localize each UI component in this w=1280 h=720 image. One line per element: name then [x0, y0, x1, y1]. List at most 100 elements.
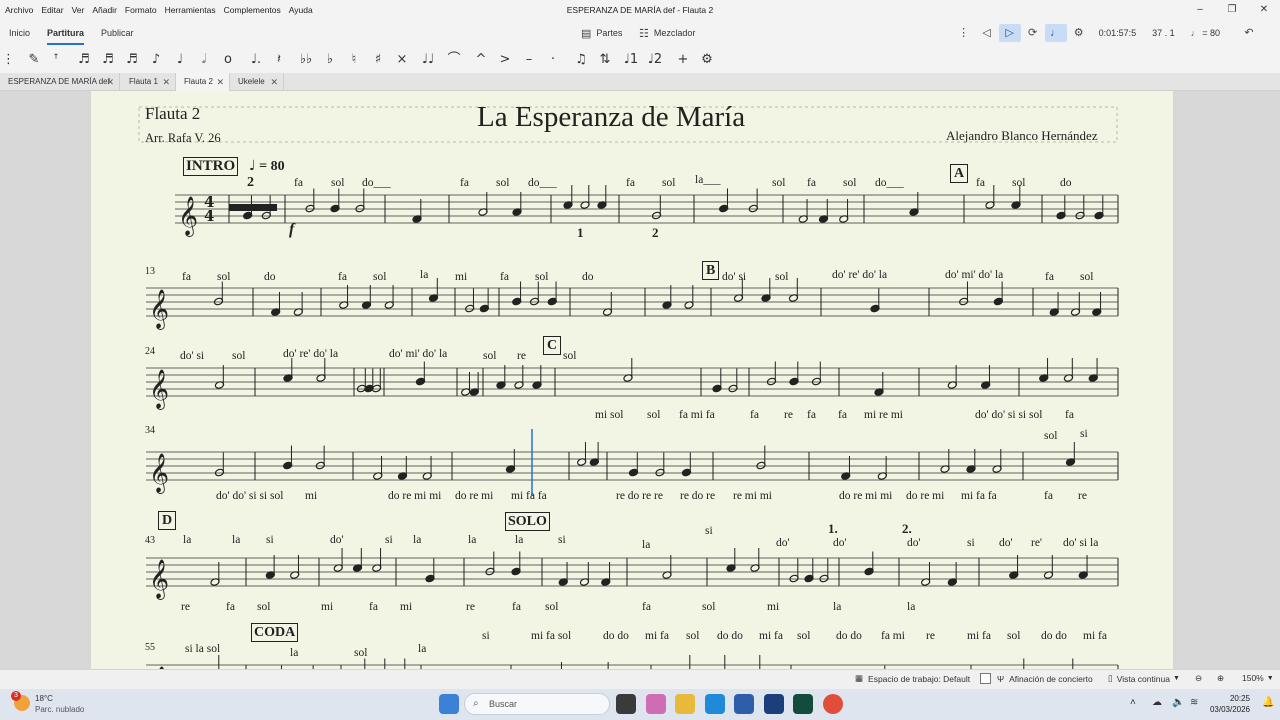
notification-badge: 3 — [11, 691, 21, 701]
double-sharp-icon[interactable]: × — [392, 50, 412, 70]
whole-note-icon[interactable]: o — [218, 50, 238, 70]
tenuto-icon[interactable]: – — [519, 50, 539, 70]
solfege-label: fa — [750, 409, 759, 421]
chrome-icon[interactable] — [823, 694, 843, 714]
solfege-label: mi — [767, 601, 780, 613]
rehearsal-c[interactable]: C — [543, 336, 562, 355]
slur-icon[interactable]: ⌒ — [444, 50, 464, 70]
clock[interactable]: 20:25 03/03/2026 — [1210, 693, 1250, 715]
doc-tab-full-score[interactable]: ESPERANZA DE MARÍA def ✕ — [0, 73, 120, 91]
taskbar-search[interactable]: ⌕ Buscar — [464, 693, 610, 715]
loop-icon[interactable]: ⟳ — [1022, 24, 1044, 42]
customize-toolbar-icon[interactable]: ⚙ — [697, 50, 717, 70]
part-name[interactable]: Flauta 2 — [145, 104, 200, 124]
rewind-icon[interactable]: ◁ — [976, 24, 998, 42]
tab-partitura[interactable]: Partitura — [47, 20, 85, 46]
wifi-icon[interactable]: ≋ — [1190, 697, 1198, 708]
cloud-icon[interactable]: ☁ — [1152, 697, 1162, 708]
zoom-dropdown[interactable]: 150% ▼ — [1242, 673, 1274, 683]
metronome-icon[interactable]: ♩ — [1044, 24, 1067, 42]
task-view-icon[interactable] — [616, 694, 636, 714]
solfege-label: sol — [496, 177, 510, 189]
undo-icon[interactable]: ↶ — [1238, 24, 1260, 42]
edge-icon[interactable] — [705, 694, 725, 714]
tray-chevron-icon[interactable]: ˄ — [1130, 697, 1136, 708]
zoom-in-button[interactable]: ⊕ — [1217, 673, 1224, 684]
mixer-button[interactable]: ☷ Mezclador — [639, 20, 695, 46]
tie-icon[interactable]: ♩♩ — [418, 50, 438, 70]
rehearsal-intro[interactable]: INTRO — [183, 157, 239, 176]
doc-tab-ukelele[interactable]: Ukelele ✕ — [230, 73, 284, 91]
voice-2-icon[interactable]: ♩2 — [645, 50, 665, 70]
arranger[interactable]: Arr. Rafa V. 26 — [145, 131, 221, 146]
rest-icon[interactable]: 𝄽 — [269, 50, 289, 70]
double-flat-icon[interactable]: ♭♭ — [296, 50, 316, 70]
sixty-fourth-note-icon[interactable]: ♬ — [74, 50, 94, 70]
staccato-icon[interactable]: · — [543, 50, 563, 70]
restore-icon[interactable]: ❐ — [1216, 0, 1248, 20]
notifications-icon[interactable]: 🔔 — [1262, 697, 1274, 708]
file-explorer-icon[interactable] — [675, 694, 695, 714]
minimize-icon[interactable]: – — [1184, 0, 1216, 20]
terminal-icon[interactable] — [793, 694, 813, 714]
speaker-icon[interactable]: 🔈 — [1172, 697, 1184, 708]
note-input-pen-icon[interactable]: ✎ — [24, 50, 44, 70]
concert-pitch-toggle[interactable]: Ψ Afinación de concierto — [980, 673, 1093, 684]
drag-handle-icon[interactable]: ⋮ — [953, 24, 975, 42]
rehearsal-coda[interactable]: CODA — [251, 623, 299, 642]
quarter-note-icon[interactable]: ♩ — [170, 50, 190, 70]
store-icon[interactable] — [734, 694, 754, 714]
musescore-icon[interactable] — [764, 694, 784, 714]
dynamic-forte[interactable]: f — [289, 221, 294, 239]
score-title[interactable]: La Esperanza de María — [477, 101, 745, 134]
accent-icon[interactable]: > — [495, 50, 515, 70]
play-icon[interactable]: ▷ — [998, 24, 1021, 42]
tempo-quarter-note-icon: ♩ — [249, 158, 256, 174]
workspace-selector[interactable]: ▦ Espacio de trabajo: Default — [855, 673, 970, 684]
eighth-note-icon[interactable]: ♪ — [146, 50, 166, 70]
parts-button[interactable]: ▤ Partes — [581, 20, 622, 46]
solfege-label: fa — [1065, 409, 1074, 421]
document-tabs: ESPERANZA DE MARÍA def ✕ Flauta 1 ✕ Flau… — [0, 73, 1280, 91]
solfege-label: si la sol — [185, 643, 221, 655]
weather-widget[interactable]: 3 18°C Parc. nublado — [11, 691, 84, 715]
doc-tab-flauta-1[interactable]: Flauta 1 ✕ — [121, 73, 176, 91]
playback-settings-icon[interactable]: ⚙ — [1068, 24, 1090, 42]
tuplet-icon[interactable]: ♫ — [571, 50, 591, 70]
marcato-icon[interactable]: ^ — [471, 50, 491, 70]
view-mode-dropdown[interactable]: ▯ Vista continua ▼ — [1108, 673, 1180, 684]
tempo-marking[interactable]: ♩ = 80 — [249, 158, 285, 175]
dot-icon[interactable]: ♩. — [246, 50, 266, 70]
tab-inicio[interactable]: Inicio — [9, 20, 30, 46]
rehearsal-b[interactable]: B — [702, 261, 720, 280]
half-note-icon[interactable]: 𝅗𝅥 — [194, 50, 214, 70]
close-tab-icon[interactable]: ✕ — [162, 73, 170, 91]
thirty-second-note-icon[interactable]: ♬ — [98, 50, 118, 70]
close-icon[interactable]: ✕ — [1248, 0, 1280, 20]
voice-1-icon[interactable]: ♩1 — [621, 50, 641, 70]
zoom-out-button[interactable]: ⊖ — [1195, 673, 1202, 684]
sixteenth-note-icon[interactable]: ♬ — [122, 50, 142, 70]
toolbar-grip-icon[interactable]: ⋮ — [2, 50, 15, 70]
copilot-icon[interactable] — [646, 694, 666, 714]
solfege-label: mi fa fa — [511, 490, 547, 502]
close-tab-icon[interactable]: ✕ — [270, 73, 278, 91]
close-tab-icon[interactable]: ✕ — [106, 73, 114, 91]
sharp-icon[interactable]: ♯ — [368, 50, 388, 70]
concert-pitch-checkbox[interactable] — [980, 673, 991, 684]
score-canvas[interactable]: 𝄞𝄞𝄞𝄞𝄞𝄞44 Flauta 2 Arr. Rafa V. 26 La Esp… — [0, 91, 1280, 669]
composer[interactable]: Alejandro Blanco Hernández — [946, 128, 1098, 144]
accent-toggle-icon[interactable]: ꜛ — [46, 50, 66, 70]
flip-direction-icon[interactable]: ⇅ — [595, 50, 615, 70]
tab-publicar[interactable]: Publicar — [101, 20, 134, 46]
rehearsal-a[interactable]: A — [950, 164, 969, 183]
natural-icon[interactable]: ♮ — [344, 50, 364, 70]
add-icon[interactable]: + — [673, 50, 693, 70]
close-tab-icon[interactable]: ✕ — [216, 73, 224, 91]
windows-start-icon[interactable] — [439, 694, 459, 714]
rehearsal-d[interactable]: D — [158, 511, 177, 530]
score-page[interactable]: 𝄞𝄞𝄞𝄞𝄞𝄞44 Flauta 2 Arr. Rafa V. 26 La Esp… — [91, 91, 1173, 669]
flat-icon[interactable]: ♭ — [320, 50, 340, 70]
doc-tab-flauta-2[interactable]: Flauta 2 ✕ — [176, 73, 230, 91]
rehearsal-solo[interactable]: SOLO — [505, 512, 550, 531]
